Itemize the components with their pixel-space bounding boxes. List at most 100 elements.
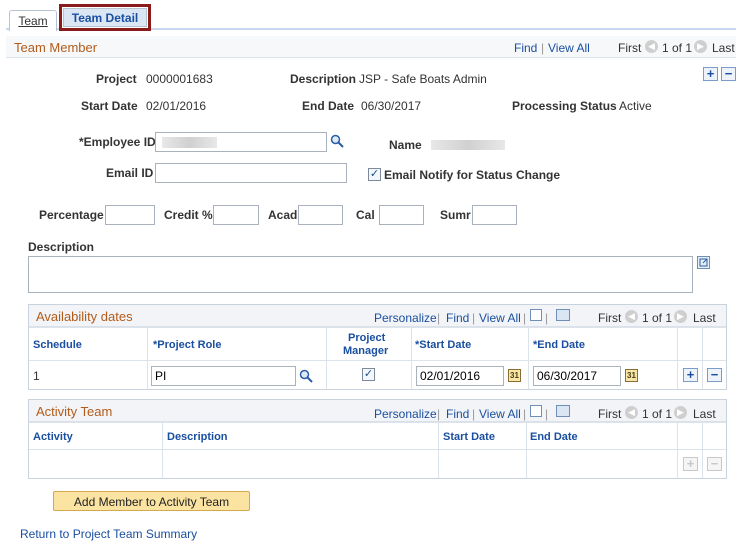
processing-status-label: Processing Status	[512, 99, 617, 113]
calendar-icon[interactable]: 31	[625, 369, 638, 382]
last-label: Last	[712, 41, 735, 55]
end-date-label: End Date	[302, 99, 355, 113]
circle-left-arrow-icon[interactable]: ◀	[625, 310, 638, 323]
availability-find-link[interactable]: Find	[446, 311, 469, 325]
percentage-label: Percentage	[39, 208, 104, 222]
zoom-grid-icon[interactable]	[530, 405, 542, 417]
grid-col-divider	[702, 422, 703, 478]
start-date-value: 02/01/2016	[146, 99, 207, 113]
separator: |	[472, 311, 476, 325]
acad-input[interactable]	[298, 205, 343, 225]
redacted-name	[431, 140, 505, 150]
project-manager-checkbox[interactable]: ✓	[362, 368, 375, 381]
activity-last-label: Last	[693, 407, 716, 421]
find-link[interactable]: Find	[514, 41, 537, 55]
activity-view-all-link[interactable]: View All	[479, 407, 521, 421]
add-member-to-activity-team-button[interactable]: Add Member to Activity Team	[53, 491, 250, 511]
sumr-label: Sumr	[440, 208, 471, 222]
project-value: 0000001683	[146, 72, 213, 86]
download-grid-icon[interactable]	[556, 405, 570, 417]
download-grid-icon[interactable]	[556, 309, 570, 321]
availability-title: Availability dates	[36, 309, 133, 324]
description-textarea[interactable]	[28, 256, 693, 293]
col-activity: Activity	[33, 431, 73, 443]
circle-right-arrow-icon[interactable]: ▶	[674, 310, 687, 323]
separator: |	[437, 407, 441, 421]
end-date-value: 06/30/2017	[361, 99, 422, 113]
tab-team[interactable]: Team	[9, 10, 57, 31]
expand-icon[interactable]	[697, 256, 710, 269]
separator: |	[545, 407, 549, 421]
availability-last-label: Last	[693, 311, 716, 325]
project-label: Project	[96, 72, 137, 86]
col-end-date: *End Date	[533, 339, 585, 351]
percentage-input[interactable]	[105, 205, 155, 225]
sumr-input[interactable]	[472, 205, 517, 225]
acad-label: Acad	[268, 208, 298, 222]
activity-find-link[interactable]: Find	[446, 407, 469, 421]
remove-availability-row-button[interactable]: −	[707, 368, 722, 382]
remove-row-button[interactable]: −	[721, 67, 736, 81]
redacted-employee-id	[162, 137, 217, 148]
separator: |	[545, 311, 549, 325]
grid-col-divider	[147, 327, 148, 389]
col-project-role: *Project Role	[153, 339, 222, 351]
availability-pager: 1 of 1	[642, 311, 673, 325]
view-all-link[interactable]: View All	[548, 41, 590, 55]
email-notify-checkbox[interactable]: ✓	[368, 168, 381, 181]
grid-col-divider	[702, 327, 703, 389]
activity-first-label: First	[598, 407, 622, 421]
email-id-input[interactable]	[155, 163, 347, 183]
calendar-icon[interactable]: 31	[508, 369, 521, 382]
circle-left-arrow-icon[interactable]: ◀	[625, 406, 638, 419]
tab-team-label: Team	[18, 14, 48, 28]
name-label: Name	[389, 138, 422, 152]
end-date-input[interactable]	[533, 366, 621, 386]
separator: |	[437, 311, 441, 325]
start-date-input[interactable]	[416, 366, 504, 386]
credit-input[interactable]	[213, 205, 259, 225]
grid-col-divider	[162, 422, 163, 478]
add-row-button[interactable]: +	[703, 67, 718, 81]
grid-divider	[29, 327, 726, 328]
email-notify-label: Email Notify for Status Change	[384, 168, 561, 182]
grid-col-divider	[326, 327, 327, 389]
grid-divider	[29, 360, 726, 361]
tab-team-detail[interactable]: Team Detail	[63, 8, 147, 27]
circle-right-arrow-icon[interactable]: ▶	[674, 406, 687, 419]
cal-label: Cal	[356, 208, 375, 222]
availability-personalize-link[interactable]: Personalize	[374, 311, 437, 325]
circle-right-arrow-icon[interactable]: ▶	[694, 40, 707, 53]
separator: |	[472, 407, 476, 421]
grid-col-divider	[411, 327, 412, 389]
start-date-label: Start Date	[81, 99, 138, 113]
grid-col-divider	[677, 422, 678, 478]
return-to-project-team-summary-link[interactable]: Return to Project Team Summary	[20, 527, 197, 541]
credit-label: Credit %	[164, 208, 213, 222]
separator: |	[541, 41, 545, 55]
col-schedule: Schedule	[33, 339, 82, 351]
grid-col-divider	[528, 327, 529, 389]
zoom-grid-icon[interactable]	[530, 309, 542, 321]
schedule-value: 1	[33, 369, 40, 383]
project-role-input[interactable]	[151, 366, 296, 386]
col-end-date: End Date	[530, 431, 578, 443]
availability-first-label: First	[598, 311, 622, 325]
magnifier-icon[interactable]	[330, 134, 344, 148]
grid-col-divider	[526, 422, 527, 478]
availability-view-all-link[interactable]: View All	[479, 311, 521, 325]
col-project-manager-1: Project	[348, 332, 386, 344]
processing-status-value: Active	[619, 99, 652, 113]
grid-divider	[29, 422, 726, 423]
circle-left-arrow-icon[interactable]: ◀	[645, 40, 658, 53]
grid-col-divider	[677, 327, 678, 389]
add-availability-row-button[interactable]: +	[683, 368, 698, 382]
remove-activity-row-button[interactable]: −	[707, 457, 722, 471]
description-label: Description	[290, 72, 357, 86]
cal-input[interactable]	[379, 205, 424, 225]
add-activity-row-button[interactable]: +	[683, 457, 698, 471]
description-area-label: Description	[28, 240, 95, 254]
magnifier-icon[interactable]	[299, 369, 313, 383]
email-id-label: Email ID	[106, 166, 154, 180]
activity-personalize-link[interactable]: Personalize	[374, 407, 437, 421]
